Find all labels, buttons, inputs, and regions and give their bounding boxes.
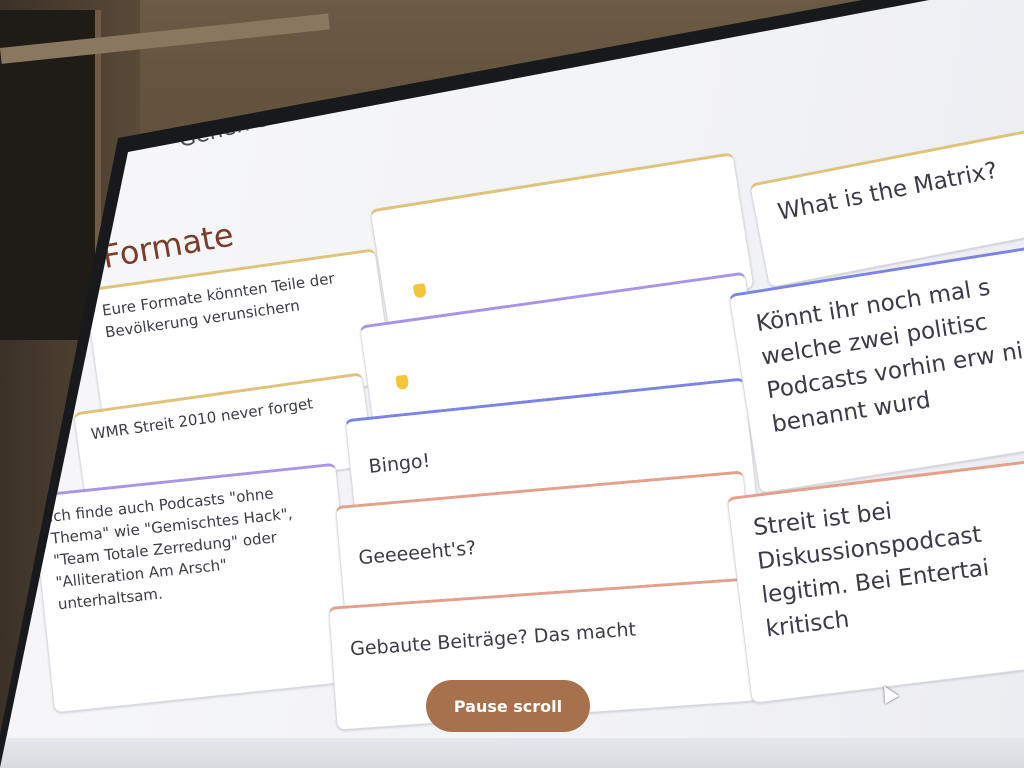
- response-card: Streit ist bei Diskussionspodcast legiti…: [726, 456, 1024, 704]
- response-text: Bingo!: [367, 449, 432, 479]
- rock-hand-icon: [412, 282, 427, 299]
- response-text: Streit ist bei Diskussionspodcast legiti…: [751, 498, 991, 643]
- response-text: Könnt ihr noch mal s welche zwei politis…: [754, 274, 1024, 438]
- response-text: Eure Formate könnten Teile der Bevölkeru…: [100, 269, 336, 342]
- column-title: Formate: [99, 215, 237, 276]
- response-text: Geeeeeht's?: [357, 537, 478, 570]
- response-text: What is the Matrix?: [775, 157, 1000, 226]
- projection-screen: Gehen Sie auf www.menti.com und benutzen…: [0, 0, 1024, 768]
- rock-hand-icon: [395, 374, 410, 391]
- screen-bottom-band: [0, 738, 1024, 768]
- pause-scroll-button[interactable]: Pause scroll: [426, 680, 590, 732]
- response-text: Ich finde auch Podcasts "ohne Thema" wie…: [47, 484, 294, 614]
- response-card: Ich finde auch Podcasts "ohne Thema" wie…: [31, 462, 359, 714]
- response-text: Gebaute Beiträge? Das macht: [349, 618, 637, 661]
